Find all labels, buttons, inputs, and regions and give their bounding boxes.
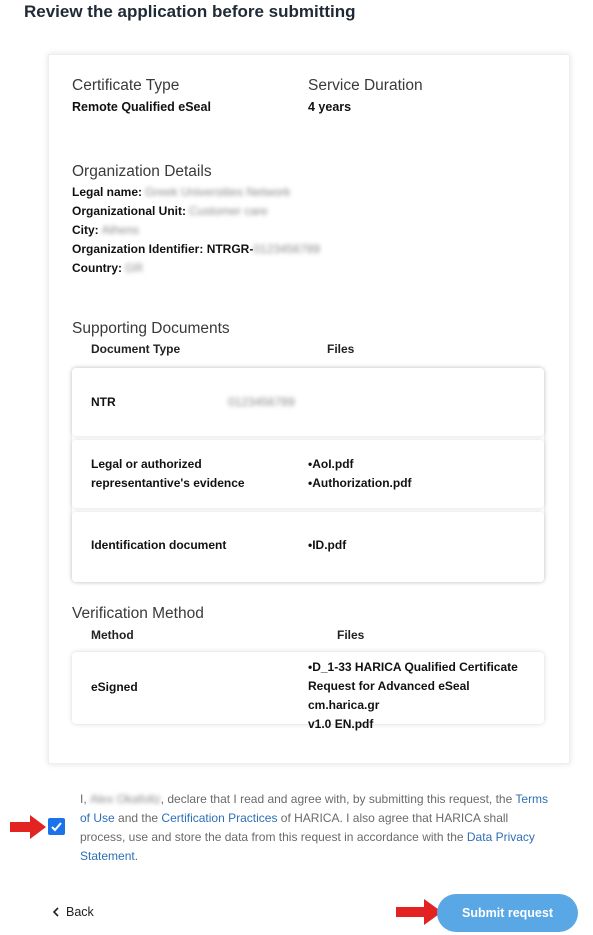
verification-file-line: D_1-33 HARICA Qualified Certificate	[308, 658, 544, 677]
page-title: Review the application before submitting	[24, 2, 356, 21]
file-link[interactable]: AoI.pdf	[308, 455, 412, 474]
table-row: Legal or authorized representantive's ev…	[72, 440, 544, 508]
files-column-header: Files	[327, 342, 355, 356]
document-type-column-header: Document Type	[91, 342, 181, 356]
consent-text: I, Alex Okafoltz, declare that I read an…	[80, 790, 550, 866]
verification-file-line: Request for Advanced eSeal cm.harica.gr	[308, 679, 470, 712]
org-identifier-line: Organization Identifier: NTRGR-012345678…	[72, 242, 320, 256]
document-type-line: Legal or authorized	[91, 457, 202, 471]
table-row: Identification document ID.pdf	[72, 512, 544, 582]
file-link[interactable]: ID.pdf	[308, 536, 346, 555]
country-line: Country: GR	[72, 261, 143, 275]
org-unit-value: Customer care	[189, 204, 268, 218]
supporting-documents-title: Supporting Documents	[72, 320, 230, 337]
city-label: City:	[72, 223, 99, 237]
file-link[interactable]: Authorization.pdf	[308, 474, 411, 493]
certificate-type-label: Certificate Type	[72, 77, 180, 94]
org-identifier-label: Organization Identifier:	[72, 242, 204, 256]
chevron-left-icon	[52, 907, 59, 917]
verification-table: eSigned D_1-33 HARICA Qualified Certific…	[72, 652, 544, 731]
ntr-number: 0123456789	[228, 395, 295, 409]
verification-files-column-header: Files	[337, 628, 365, 642]
certification-practices-link[interactable]: Certification Practices	[161, 811, 277, 825]
submit-request-button[interactable]: Submit request	[437, 894, 578, 932]
certificate-type-value: Remote Qualified eSeal	[72, 100, 211, 114]
city-value: Athens	[101, 223, 140, 237]
service-duration-value: 4 years	[308, 100, 352, 114]
country-label: Country:	[72, 261, 122, 275]
review-card: Certificate Type Remote Qualified eSeal …	[48, 54, 570, 764]
legal-name-line: Legal name: Greek Universities Network	[72, 185, 290, 199]
checkmark-icon	[51, 822, 62, 832]
consent-name: Alex Okafoltz	[90, 792, 161, 806]
consent-checkbox[interactable]	[48, 818, 65, 835]
back-button[interactable]: Back	[52, 905, 94, 919]
org-unit-label: Organizational Unit:	[72, 204, 186, 218]
country-value: GR	[125, 261, 143, 275]
org-identifier-value: 0123456789	[253, 242, 321, 256]
verification-method: eSigned	[91, 680, 138, 694]
document-type: Legal or authorized representantive's ev…	[91, 455, 245, 493]
verification-method-title: Verification Method	[72, 605, 204, 622]
document-type: Identification document	[91, 538, 227, 552]
back-label: Back	[66, 905, 94, 919]
verification-file[interactable]: D_1-33 HARICA Qualified Certificate Requ…	[308, 658, 544, 734]
legal-name-value: Greek Universities Network	[145, 185, 291, 199]
organization-details-title: Organization Details	[72, 163, 212, 180]
consent-prefix: I,	[80, 792, 87, 806]
document-files: AoI.pdf Authorization.pdf	[308, 455, 412, 493]
verification-file-line: v1.0 EN.pdf	[308, 717, 374, 731]
org-identifier-prefix: NTRGR-	[206, 242, 254, 256]
method-column-header: Method	[91, 628, 134, 642]
document-files: ID.pdf	[308, 536, 346, 555]
service-duration-label: Service Duration	[308, 77, 423, 94]
org-unit-line: Organizational Unit: Customer care	[72, 204, 268, 218]
table-row: NTR 0123456789	[72, 368, 544, 436]
legal-name-label: Legal name:	[72, 185, 143, 199]
document-type: NTR	[91, 395, 116, 409]
supporting-documents-table: NTR 0123456789 Legal or authorized repre…	[72, 368, 544, 582]
arrow-annotation-icon	[396, 899, 442, 925]
consent-text-end: .	[134, 849, 139, 863]
document-value: 0123456789	[225, 393, 295, 412]
arrow-annotation-icon	[10, 815, 46, 839]
document-type-line: representantive's evidence	[91, 476, 245, 490]
consent-text-part: and the	[114, 811, 162, 825]
city-line: City: Athens	[72, 223, 139, 237]
consent-text-part: , declare that I read and agree with, by…	[160, 792, 513, 806]
